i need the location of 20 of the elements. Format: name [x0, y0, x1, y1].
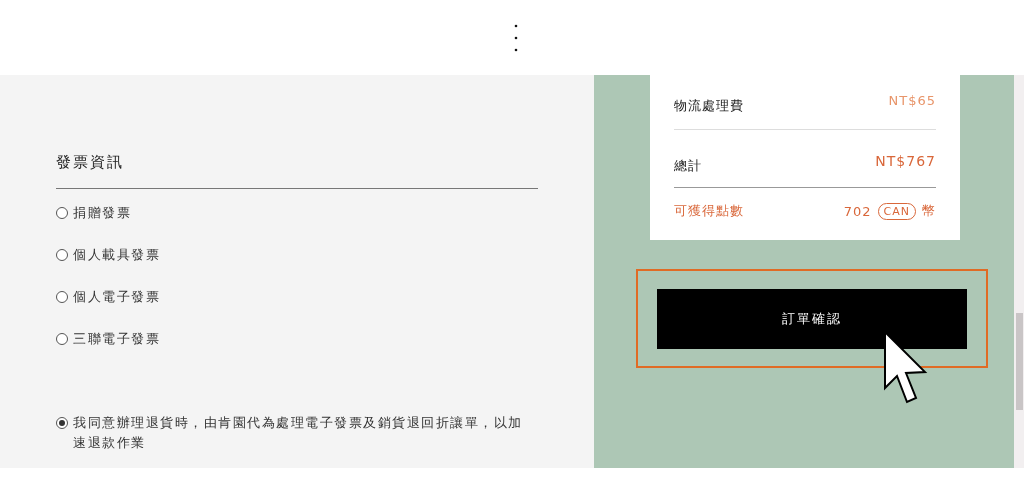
- row-label: 物流處理費: [674, 97, 744, 115]
- points-value: 702: [843, 203, 872, 219]
- radio-button[interactable]: [56, 333, 68, 345]
- radio-button[interactable]: [56, 249, 68, 261]
- radio-button[interactable]: [56, 291, 68, 303]
- points-unit: 幣: [922, 202, 936, 220]
- option-label: 個人電子發票: [73, 288, 160, 306]
- points-label: 可獲得點數: [674, 202, 744, 220]
- row-value: NT$65: [888, 93, 936, 110]
- option-label: 我同意辦理退貨時，由肯園代為處理電子發票及銷貨退回折讓單，以加速退款作業: [73, 414, 524, 452]
- row-value: NT$767: [875, 153, 936, 171]
- confirm-button[interactable]: 訂單確認: [657, 288, 967, 349]
- option-label: 捐贈發票: [73, 204, 131, 222]
- option-label: 個人載具發票: [73, 246, 160, 264]
- section-title: 發票資訊: [56, 153, 538, 189]
- radio-button[interactable]: [56, 417, 68, 429]
- option-label: 三聯電子發票: [73, 330, 160, 348]
- row-label: 總計: [674, 157, 702, 175]
- radio-button[interactable]: [56, 207, 68, 219]
- scrollbar-thumb[interactable]: [1016, 313, 1023, 410]
